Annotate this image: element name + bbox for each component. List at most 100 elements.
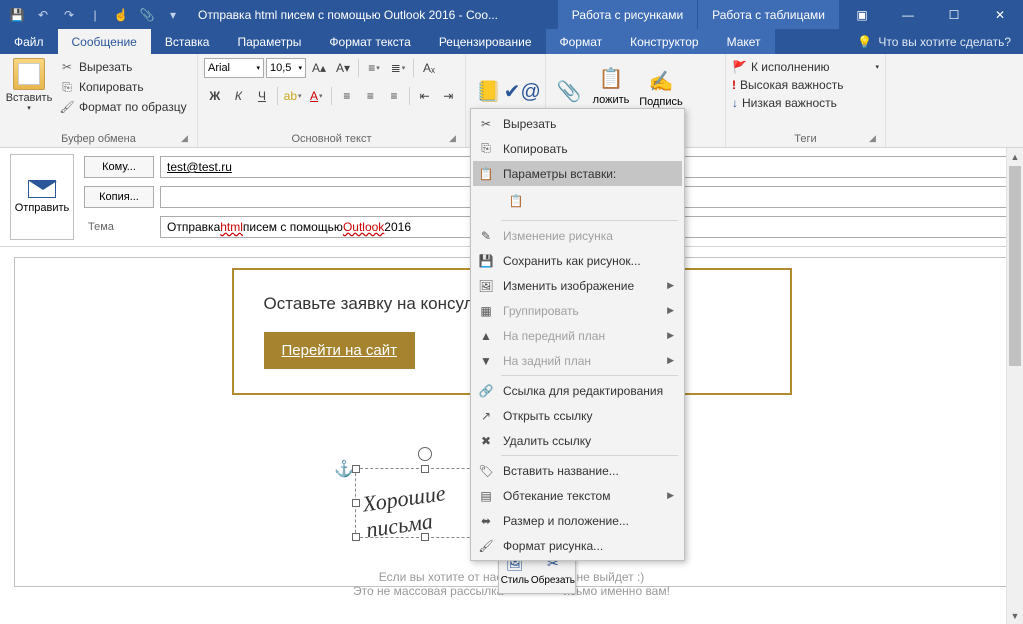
close-icon[interactable]: ✕	[977, 0, 1023, 29]
mini-crop-label: Обрезать	[531, 575, 575, 586]
check-names-icon: ✔@	[507, 76, 537, 106]
menu-open-link[interactable]: ↗Открыть ссылку	[473, 403, 682, 428]
paste-button[interactable]: Вставить ▾	[6, 56, 52, 126]
group-icon: ▦	[477, 302, 495, 320]
clear-format-icon[interactable]: Aₓ	[418, 57, 440, 79]
menu-open-link-label: Открыть ссылку	[503, 409, 592, 423]
resize-handle[interactable]	[352, 465, 360, 473]
high-importance-button[interactable]: !Высокая важность	[732, 78, 879, 92]
size-icon: ⬌	[477, 512, 495, 530]
menu-cut[interactable]: ✂Вырезать	[473, 111, 682, 136]
shrink-font-icon[interactable]: A▾	[332, 57, 354, 79]
vertical-scrollbar[interactable]: ▲ ▼	[1006, 148, 1023, 624]
group-basic-text: Arial▾ 10,5▾ A▴ A▾ ≡ ≣ Aₓ Ж К Ч ab A ≡ ≡…	[198, 54, 466, 147]
menu-change-drawing: ✎Изменение рисунка	[473, 223, 682, 248]
menu-format-picture-label: Формат рисунка...	[503, 539, 603, 553]
scissors-icon: ✂	[477, 115, 495, 133]
font-size-combo[interactable]: 10,5▾	[266, 58, 306, 78]
format-painter-button[interactable]: 🖌Формат по образцу	[56, 98, 190, 116]
address-book-icon: 📒	[474, 76, 504, 106]
cut-button[interactable]: ✂Вырезать	[56, 58, 190, 76]
numbering-icon[interactable]: ≣	[387, 57, 409, 79]
group-clipboard: Вставить ▾ ✂Вырезать ⎘Копировать 🖌Формат…	[0, 54, 198, 147]
tab-options[interactable]: Параметры	[223, 29, 315, 54]
contextual-tab-tables[interactable]: Работа с таблицами	[697, 0, 839, 29]
font-size-value: 10,5	[270, 62, 291, 74]
font-color-icon[interactable]: A	[305, 85, 327, 107]
minimize-icon[interactable]: —	[885, 0, 931, 29]
tab-insert[interactable]: Вставка	[151, 29, 224, 54]
tab-message[interactable]: Сообщение	[58, 29, 151, 54]
tab-file[interactable]: Файл	[0, 29, 58, 54]
tab-constructor[interactable]: Конструктор	[616, 29, 712, 54]
menu-change-image[interactable]: 🖼Изменить изображение▶	[473, 273, 682, 298]
menu-edit-link-label: Ссылка для редактирования	[503, 384, 663, 398]
maximize-icon[interactable]: ☐	[931, 0, 977, 29]
menu-format-picture[interactable]: 🖌 Формат рисунка...	[473, 533, 682, 558]
basic-text-dialog-launcher[interactable]: ◢	[449, 133, 461, 145]
tell-me-search[interactable]: 💡 Что вы хотите сделать?	[845, 29, 1023, 54]
copy-icon: ⎘	[59, 79, 75, 95]
menu-edit-link[interactable]: 🔗Ссылка для редактирования	[473, 378, 682, 403]
format-picture-icon: 🖌	[477, 537, 495, 555]
low-importance-button[interactable]: ↓Низкая важность	[732, 96, 879, 110]
paste-option-keep[interactable]: 📋	[503, 188, 529, 214]
cc-button[interactable]: Копия...	[84, 186, 154, 208]
bold-icon[interactable]: Ж	[204, 85, 226, 107]
align-right-icon[interactable]: ≡	[383, 85, 405, 107]
menu-insert-caption[interactable]: 🏷Вставить название...	[473, 458, 682, 483]
align-center-icon[interactable]: ≡	[360, 85, 382, 107]
tags-dialog-launcher[interactable]: ◢	[869, 133, 881, 145]
ribbon-display-icon[interactable]: ▣	[839, 0, 885, 29]
menu-group: ▦Группировать▶	[473, 298, 682, 323]
menu-save-as-picture[interactable]: 💾Сохранить как рисунок...	[473, 248, 682, 273]
group-tags: 🚩К исполнению▾ !Высокая важность ↓Низкая…	[726, 54, 886, 147]
grow-font-icon[interactable]: A▴	[308, 57, 330, 79]
chevron-right-icon: ▶	[667, 490, 674, 501]
cta-button[interactable]: Перейти на сайт	[264, 332, 416, 369]
send-button[interactable]: Отправить	[10, 154, 74, 240]
tab-format[interactable]: Формат	[546, 29, 617, 54]
to-button[interactable]: Кому...	[84, 156, 154, 178]
copy-button[interactable]: ⎘Копировать	[56, 78, 190, 96]
menu-remove-link[interactable]: ✖Удалить ссылку	[473, 428, 682, 453]
clipboard-dialog-launcher[interactable]: ◢	[181, 133, 193, 145]
contextual-tab-pictures[interactable]: Работа с рисунками	[557, 0, 697, 29]
menu-change-image-label: Изменить изображение	[503, 279, 634, 293]
context-menu: ✂Вырезать ⎘Копировать 📋Параметры вставки…	[470, 108, 685, 561]
tab-layout[interactable]: Макет	[713, 29, 775, 54]
indent-right-icon[interactable]: ⇥	[437, 85, 459, 107]
redo-icon[interactable]: ↷	[58, 4, 80, 26]
underline-icon[interactable]: Ч	[251, 85, 273, 107]
menu-copy[interactable]: ⎘Копировать	[473, 136, 682, 161]
mini-style-label: Стиль	[501, 575, 529, 586]
highlight-icon[interactable]: ab	[282, 85, 304, 107]
menu-size-position-label: Размер и положение...	[503, 514, 629, 528]
tell-me-label: Что вы хотите сделать?	[878, 35, 1011, 49]
save-icon[interactable]: 💾	[6, 4, 28, 26]
rotate-handle[interactable]	[418, 447, 432, 461]
menu-size-position[interactable]: ⬌ Размер и положение...	[473, 508, 682, 533]
menu-wrap-text[interactable]: ▤Обтекание текстом▶	[473, 483, 682, 508]
anchor-icon[interactable]: ⚓	[334, 459, 354, 479]
subject-misspell1: html	[220, 220, 243, 234]
indent-left-icon[interactable]: ⇤	[414, 85, 436, 107]
undo-icon[interactable]: ↶	[32, 4, 54, 26]
basic-text-group-label: Основной текст	[198, 133, 465, 145]
font-name-combo[interactable]: Arial▾	[204, 58, 264, 78]
title-bar: 💾 ↶ ↷ | ☝ 📎 ▾ Отправка html писем с помо…	[0, 0, 1023, 29]
followup-button[interactable]: 🚩К исполнению▾	[732, 60, 879, 74]
align-left-icon[interactable]: ≡	[336, 85, 358, 107]
subject-text3: 2016	[384, 220, 411, 234]
touch-mode-icon[interactable]: ☝	[110, 4, 132, 26]
attach-icon[interactable]: 📎	[136, 4, 158, 26]
scroll-thumb[interactable]	[1009, 166, 1021, 366]
scroll-up-icon[interactable]: ▲	[1007, 148, 1023, 165]
tab-format-text[interactable]: Формат текста	[315, 29, 424, 54]
qat-more-icon[interactable]: ▾	[162, 4, 184, 26]
menu-change-drawing-label: Изменение рисунка	[503, 229, 613, 243]
italic-icon[interactable]: К	[228, 85, 250, 107]
bullets-icon[interactable]: ≡	[363, 57, 385, 79]
tab-review[interactable]: Рецензирование	[425, 29, 546, 54]
scroll-down-icon[interactable]: ▼	[1007, 607, 1023, 624]
